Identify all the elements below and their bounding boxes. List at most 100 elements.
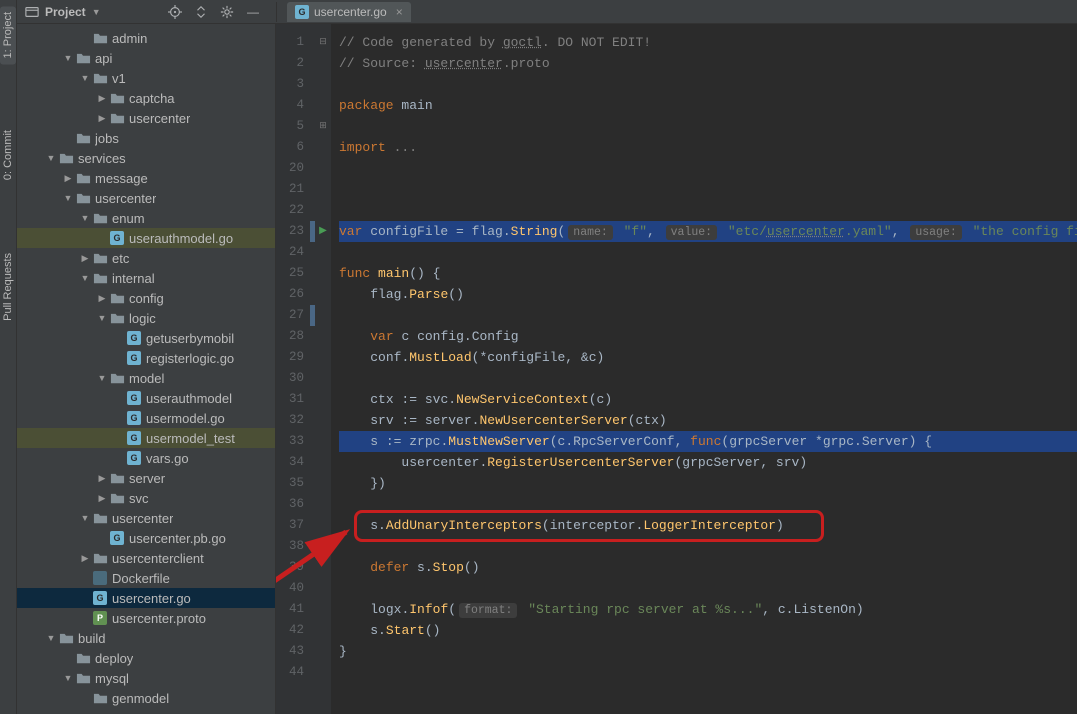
file-usercenter-proto[interactable]: Pusercenter.proto [17, 608, 275, 628]
code-line[interactable]: package main [339, 95, 1077, 116]
tree-arrow-icon[interactable] [95, 293, 109, 304]
code-line[interactable]: // Source: usercenter.proto [339, 53, 1077, 74]
file-vars[interactable]: Gvars.go [17, 448, 275, 468]
folder-logic[interactable]: logic [17, 308, 275, 328]
tree-arrow-icon[interactable] [78, 253, 92, 264]
tree-arrow-icon[interactable] [78, 73, 92, 83]
chevron-down-icon[interactable]: ▼ [92, 7, 101, 17]
code-line[interactable] [339, 662, 1077, 683]
code-line[interactable]: srv := server.NewUsercenterServer(ctx) [339, 410, 1077, 431]
close-icon[interactable]: × [396, 5, 403, 19]
code-line[interactable]: s.AddUnaryInterceptors(interceptor.Logge… [339, 515, 1077, 536]
go-file-icon: G [126, 450, 142, 466]
editor-tab-usercenter[interactable]: G usercenter.go × [287, 2, 411, 22]
code-line[interactable]: }) [339, 473, 1077, 494]
file-usermodel[interactable]: Gusermodel.go [17, 408, 275, 428]
fold-gutter[interactable]: ⊟ ⊞ ▶ ⊟ [315, 24, 331, 714]
code-line[interactable] [339, 116, 1077, 137]
code-line[interactable] [339, 242, 1077, 263]
file-usercenter-go[interactable]: Gusercenter.go [17, 588, 275, 608]
tree-arrow-icon[interactable] [78, 553, 92, 564]
tree-arrow-icon[interactable] [95, 93, 109, 104]
folder-usercenter-pb[interactable]: usercenter [17, 508, 275, 528]
code-line[interactable]: ctx := svc.NewServiceContext(c) [339, 389, 1077, 410]
folder-usercenter-svc[interactable]: usercenter [17, 188, 275, 208]
folder-internal[interactable]: internal [17, 268, 275, 288]
vtab-pull-requests[interactable]: Pull Requests [0, 247, 16, 327]
folder-usercenterclient[interactable]: usercenterclient [17, 548, 275, 568]
folder-usercenter-api[interactable]: usercenter [17, 108, 275, 128]
tree-arrow-icon[interactable] [95, 493, 109, 504]
folder-api[interactable]: api [17, 48, 275, 68]
tree-arrow-icon[interactable] [78, 213, 92, 223]
project-tree[interactable]: adminapiv1captchausercenterjobsservicesm… [17, 24, 276, 714]
file-registerlogic[interactable]: Gregisterlogic.go [17, 348, 275, 368]
code-line[interactable] [339, 368, 1077, 389]
folder-admin[interactable]: admin [17, 28, 275, 48]
tree-arrow-icon[interactable] [95, 313, 109, 323]
code-line[interactable]: conf.MustLoad(*configFile, &c) [339, 347, 1077, 368]
folder-captcha[interactable]: captcha [17, 88, 275, 108]
file-getuserbymobil[interactable]: Ggetuserbymobil [17, 328, 275, 348]
code-line[interactable] [339, 158, 1077, 179]
vtab-project[interactable]: 1: Project [0, 6, 16, 64]
tree-item-label: config [129, 291, 164, 306]
folder-message[interactable]: message [17, 168, 275, 188]
file-usermodel-test[interactable]: Gusermodel_test [17, 428, 275, 448]
code-line[interactable] [339, 494, 1077, 515]
minimize-icon[interactable]: — [246, 5, 260, 19]
tree-arrow-icon[interactable] [61, 673, 75, 683]
file-usercenter-pb[interactable]: Gusercenter.pb.go [17, 528, 275, 548]
tree-arrow-icon[interactable] [78, 513, 92, 523]
code-line[interactable] [339, 74, 1077, 95]
folder-services[interactable]: services [17, 148, 275, 168]
code-line[interactable]: flag.Parse() [339, 284, 1077, 305]
file-userauthmodel[interactable]: Guserauthmodel [17, 388, 275, 408]
tree-arrow-icon[interactable] [95, 373, 109, 383]
folder-etc[interactable]: etc [17, 248, 275, 268]
vtab-commit[interactable]: 0: Commit [0, 124, 16, 186]
folder-config[interactable]: config [17, 288, 275, 308]
code-line[interactable]: var configFile = flag.String(name: "f", … [339, 221, 1077, 242]
tree-arrow-icon[interactable] [61, 173, 75, 184]
tree-arrow-icon[interactable] [78, 273, 92, 283]
folder-v1[interactable]: v1 [17, 68, 275, 88]
code-line[interactable]: s.Start() [339, 620, 1077, 641]
file-dockerfile[interactable]: Dockerfile [17, 568, 275, 588]
folder-deploy[interactable]: deploy [17, 648, 275, 668]
tree-arrow-icon[interactable] [44, 153, 58, 163]
code-line[interactable]: func main() { [339, 263, 1077, 284]
gear-icon[interactable] [220, 5, 234, 19]
folder-icon [109, 90, 125, 106]
tree-arrow-icon[interactable] [44, 633, 58, 643]
folder-svc[interactable]: svc [17, 488, 275, 508]
expand-all-icon[interactable] [194, 5, 208, 19]
file-userauthmodel-enum[interactable]: Guserauthmodel.go [17, 228, 275, 248]
code-line[interactable] [339, 200, 1077, 221]
code-line[interactable] [339, 536, 1077, 557]
tree-arrow-icon[interactable] [61, 53, 75, 63]
code-line[interactable]: defer s.Stop() [339, 557, 1077, 578]
source-code[interactable]: // Code generated by goctl. DO NOT EDIT!… [331, 24, 1077, 714]
code-line[interactable] [339, 179, 1077, 200]
code-line[interactable]: s := zrpc.MustNewServer(c.RpcServerConf,… [339, 431, 1077, 452]
folder-model[interactable]: model [17, 368, 275, 388]
code-line[interactable]: } [339, 641, 1077, 662]
code-line[interactable] [339, 305, 1077, 326]
tree-arrow-icon[interactable] [61, 193, 75, 203]
locate-icon[interactable] [168, 5, 182, 19]
folder-server[interactable]: server [17, 468, 275, 488]
code-line[interactable] [339, 578, 1077, 599]
code-line[interactable]: usercenter.RegisterUsercenterServer(grpc… [339, 452, 1077, 473]
code-line[interactable]: var c config.Config [339, 326, 1077, 347]
folder-enum[interactable]: enum [17, 208, 275, 228]
folder-build[interactable]: build [17, 628, 275, 648]
folder-genmodel[interactable]: genmodel [17, 688, 275, 708]
tree-arrow-icon[interactable] [95, 473, 109, 484]
folder-mysql[interactable]: mysql [17, 668, 275, 688]
code-line[interactable]: logx.Infof(format: "Starting rpc server … [339, 599, 1077, 620]
code-line[interactable]: import ... [339, 137, 1077, 158]
tree-arrow-icon[interactable] [95, 113, 109, 124]
folder-jobs[interactable]: jobs [17, 128, 275, 148]
code-line[interactable]: // Code generated by goctl. DO NOT EDIT! [339, 32, 1077, 53]
